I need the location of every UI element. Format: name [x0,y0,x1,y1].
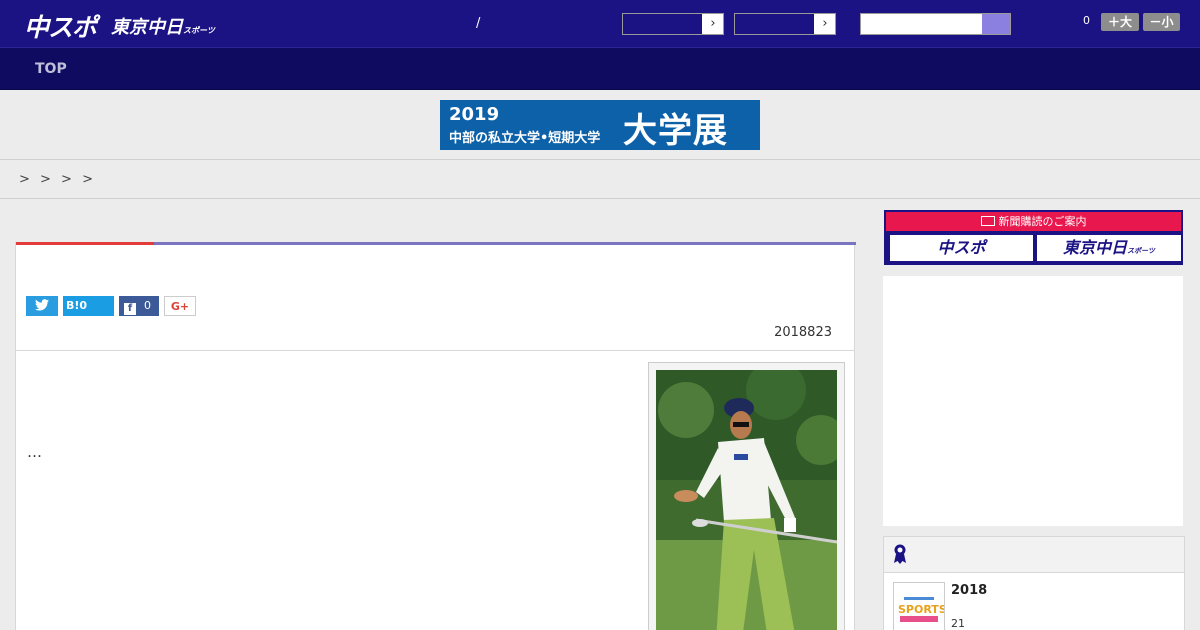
article-photo[interactable] [648,362,845,630]
subscription-head: 新聞購読のご案内 [886,212,1181,231]
twitter-share-button[interactable] [26,296,58,316]
header-separator: / [476,16,481,31]
breadcrumb[interactable]: > > > > [19,172,93,187]
chevron-right-icon[interactable]: › [815,14,835,34]
font-smaller-button[interactable]: －小 [1143,13,1180,31]
ranking-item-meta: 21 [951,617,965,630]
svg-text:SPORTS: SPORTS [898,603,944,616]
search-button[interactable] [982,14,1010,34]
section-select-2-field[interactable] [735,14,815,34]
facebook-icon: f [124,303,136,315]
university-fair-banner[interactable]: 2019 中部の私立大学•短期大学 大学展 [440,100,760,151]
subscribe-tokyo-chunichi-small: スポーツ [1127,247,1155,255]
tokyo-chunichi-logo-small: スポーツ [183,26,215,35]
subscribe-tokyo-chunichi-button[interactable]: 東京中日スポーツ [1037,235,1181,261]
sports-event-logo-image: SPORTS [894,583,947,630]
breadcrumb-bar: > > > > [0,161,1200,199]
subscribe-chuspo-button[interactable]: 中スポ [890,235,1033,261]
site-search [860,13,1011,35]
chuspo-logo[interactable]: 中スポ [24,8,97,44]
ranking-thumbnail[interactable]: SPORTS [893,582,947,630]
article-top-accent [16,242,154,245]
chevron-right-icon[interactable]: › [703,14,723,34]
article-divider [16,350,854,351]
banner-headline: 大学展 [623,111,728,151]
banner-area: 2019 中部の私立大学•短期大学 大学展 [0,90,1200,160]
tokyo-chunichi-logo-text: 東京中日 [111,17,183,38]
section-select-2[interactable]: › [734,13,836,35]
facebook-share-count: 0 [144,299,151,312]
newspaper-icon [980,216,995,226]
section-select-1-field[interactable] [623,14,703,34]
font-size-value: 0 [1083,14,1090,27]
banner-subtitle: 中部の私立大学•短期大学 [449,131,601,146]
ad-slot[interactable] [883,276,1183,526]
golfer-photo-image [656,370,837,630]
google-plus-share-button[interactable]: G+ [164,296,196,316]
twitter-bird-icon [35,299,49,311]
nav-item-top[interactable]: TOP [35,61,67,77]
tokyo-chunichi-logo[interactable]: 東京中日スポーツ [111,13,215,39]
article-date: 2018823 [774,325,832,340]
article-card: B!0 f0 G+ 2018823 … [15,242,856,630]
subscription-head-text: 新聞購読のご案内 [998,215,1087,228]
font-larger-button[interactable]: ＋大 [1101,13,1139,31]
banner-year: 2019 [449,104,500,125]
ribbon-award-icon [894,544,906,564]
article-body-text: … [27,443,42,461]
section-select-1[interactable]: › [622,13,724,35]
main-nav: TOP [0,48,1200,90]
hatena-bookmark-button[interactable]: B!0 [63,296,114,316]
ranking-head [884,537,1184,573]
ranking-item-title[interactable]: 2018 [951,583,987,598]
subscription-card: 新聞購読のご案内 中スポ 東京中日スポーツ [884,210,1183,265]
ranking-box: SPORTS 2018 21 [883,536,1185,630]
subscribe-tokyo-chunichi-text: 東京中日 [1063,238,1128,257]
site-header: 中スポ 東京中日スポーツ / › › 0 ＋大 －小 [0,0,1200,48]
search-input[interactable] [861,14,983,34]
facebook-share-button[interactable]: f0 [119,296,159,316]
